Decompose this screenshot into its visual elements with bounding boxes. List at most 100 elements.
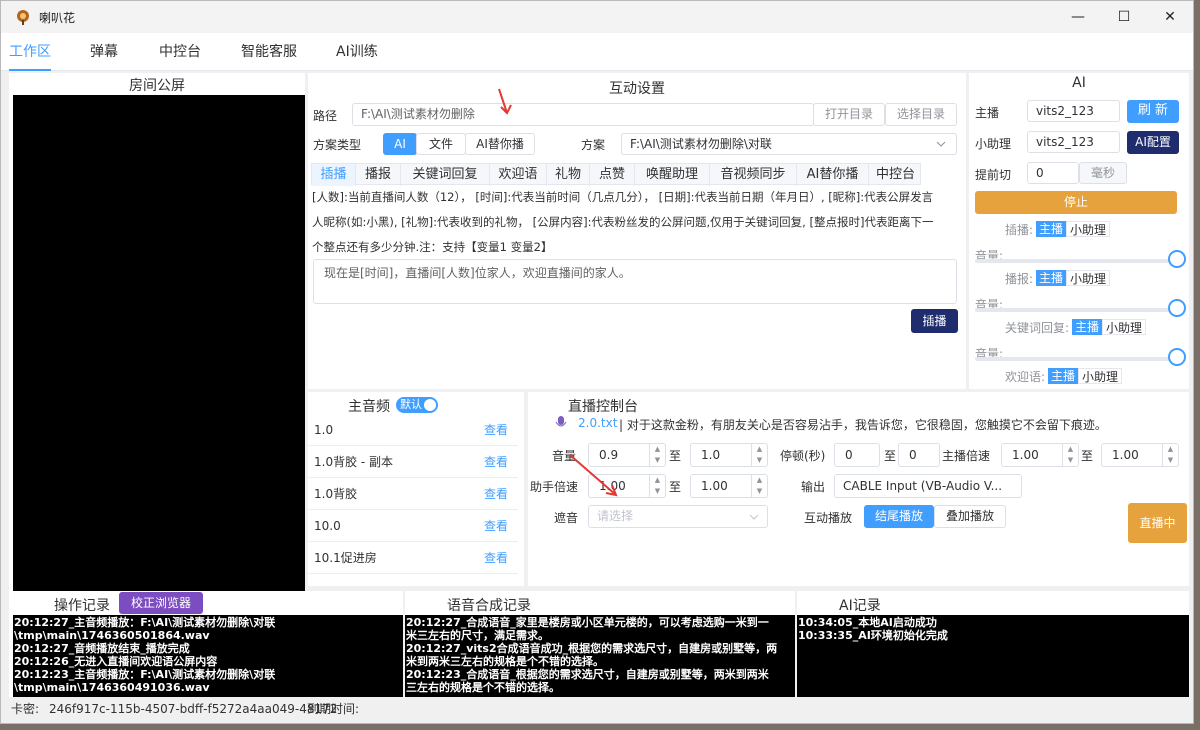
ai-title: AI <box>1072 75 1086 91</box>
subtab-keyword[interactable]: 关键词回复 <box>401 164 490 186</box>
pause-label: 停顿(秒) <box>780 449 826 463</box>
annotation-arrow-icon <box>569 454 618 497</box>
to-label: 至 <box>669 480 682 494</box>
ai-log-panel: AI记录 10:34:05_本地AI启动成功 10:33:35_AI环境初始化完成 <box>797 591 1189 697</box>
subtab-av-sync[interactable]: 音视频同步 <box>710 164 797 186</box>
audio-item[interactable]: 1.0背胶 - 副本 查看 <box>308 446 518 478</box>
mask-label: 遮音 <box>554 511 579 525</box>
subtab-gift[interactable]: 礼物 <box>547 164 590 186</box>
volume-slider-1[interactable] <box>975 259 1169 263</box>
live-title: 直播控制台 <box>568 399 638 415</box>
scheme-type-ai-play[interactable]: AI替你播 <box>465 133 535 155</box>
role-label-insert: 插播: <box>1005 223 1034 237</box>
window-title: 喇叭花 <box>39 11 76 25</box>
ai-panel: AI 主播 vits2_123 刷 新 小助理 vits2_123 AI配置 提… <box>969 73 1189 389</box>
ops-title: 操作记录 <box>54 598 110 614</box>
to-label: 至 <box>669 449 682 463</box>
tab-control[interactable]: 中控台 <box>159 33 201 71</box>
subtab-like[interactable]: 点赞 <box>590 164 635 186</box>
audio-item[interactable]: 1.0背胶 查看 <box>308 478 518 510</box>
tts-title: 语音合成记录 <box>447 598 531 614</box>
microphone-icon <box>555 416 567 427</box>
subtab-wake[interactable]: 唤醒助理 <box>635 164 710 186</box>
assistant-label: 小助理 <box>975 137 1012 151</box>
tab-workspace[interactable]: 工作区 <box>9 33 51 71</box>
script-file[interactable]: 2.0.txt <box>578 416 617 430</box>
mask-select[interactable]: 请选择 <box>588 505 768 528</box>
insert-button[interactable]: 插播 <box>911 309 958 333</box>
ops-log-panel: 操作记录 校正浏览器 20:12:27_主音频播放：F:\AI\测试素材勿删除\… <box>9 591 403 697</box>
room-title: 房间公屏 <box>129 78 185 94</box>
expire-label: 到期时间: <box>307 702 360 716</box>
audio-item[interactable]: 10.0 查看 <box>308 510 518 542</box>
view-link[interactable]: 查看 <box>484 542 508 574</box>
view-link[interactable]: 查看 <box>484 414 508 446</box>
ai-config-button[interactable]: AI配置 <box>1127 131 1179 154</box>
room-screen <box>13 95 305 591</box>
maximize-button[interactable]: ☐ <box>1101 1 1147 33</box>
output-select[interactable]: CABLE Input (VB-Audio V... <box>834 474 1022 498</box>
status-bar: 卡密: 246f917c-115b-4507-bdff-f5272a4aa049… <box>1 699 1193 723</box>
pause-max-input[interactable]: 0 <box>898 443 940 467</box>
advance-input[interactable]: 0 <box>1027 162 1079 184</box>
volume-knob-3[interactable] <box>1168 348 1186 366</box>
refresh-button[interactable]: 刷 新 <box>1127 100 1179 123</box>
subtab-insert[interactable]: 插播 <box>312 164 356 186</box>
advance-unit: 毫秒 <box>1079 162 1127 184</box>
live-status-button[interactable]: 直播中 <box>1128 503 1187 543</box>
subtab-broadcast[interactable]: 播报 <box>356 164 401 186</box>
subtab-control[interactable]: 中控台 <box>869 164 922 186</box>
audio-item[interactable]: 1.0 查看 <box>308 414 518 446</box>
speed-min-input[interactable]: 1.00 ▲ ▼ <box>1001 443 1079 467</box>
volume-knob-1[interactable] <box>1168 250 1186 268</box>
audio-item[interactable]: 10.1促进房 查看 <box>308 542 518 574</box>
audio-title: 主音频 <box>348 399 390 415</box>
advance-label: 提前切 <box>975 168 1012 182</box>
speed-max-input[interactable]: 1.00 ▲ ▼ <box>1101 443 1179 467</box>
role-host-keyword[interactable]: 主播 <box>1072 319 1103 335</box>
scheme-type-file[interactable]: 文件 <box>416 133 466 155</box>
mode-end-button[interactable]: 结尾播放 <box>864 505 934 528</box>
host-select[interactable]: vits2_123 <box>1027 100 1120 122</box>
subtab-ai-play[interactable]: AI替你播 <box>797 164 869 186</box>
calibrate-browser-button[interactable]: 校正浏览器 <box>119 592 203 614</box>
tab-ai-training[interactable]: AI训练 <box>336 33 378 71</box>
volume-slider-2[interactable] <box>975 308 1169 312</box>
role-asst-insert[interactable]: 小助理 <box>1066 221 1111 237</box>
role-host-broadcast[interactable]: 主播 <box>1036 270 1067 286</box>
minimize-button[interactable]: — <box>1055 1 1101 33</box>
pause-min-input[interactable]: 0 <box>834 443 880 467</box>
open-dir-button[interactable]: 打开目录 <box>813 103 885 126</box>
choose-dir-button[interactable]: 选择目录 <box>885 103 957 126</box>
path-input[interactable]: F:\AI\测试素材勿删除 <box>352 103 814 126</box>
subtab-welcome[interactable]: 欢迎语 <box>490 164 547 186</box>
scheme-type-label: 方案类型 <box>313 138 362 152</box>
ai-log: 10:34:05_本地AI启动成功 10:33:35_AI环境初始化完成 <box>797 615 1189 697</box>
app-logo-icon <box>17 10 29 25</box>
tab-danmaku[interactable]: 弹幕 <box>90 33 118 71</box>
volume-knob-2[interactable] <box>1168 299 1186 317</box>
view-link[interactable]: 查看 <box>484 510 508 542</box>
role-host-welcome[interactable]: 主播 <box>1048 368 1079 384</box>
role-asst-broadcast[interactable]: 小助理 <box>1066 270 1111 286</box>
assistant-speed-max[interactable]: 1.00 ▲ ▼ <box>690 474 768 498</box>
scheme-select[interactable]: F:\AI\测试素材勿删除\对联 <box>621 133 957 155</box>
close-button[interactable]: ✕ <box>1147 1 1193 33</box>
role-asst-keyword[interactable]: 小助理 <box>1102 319 1147 335</box>
assistant-select[interactable]: vits2_123 <box>1027 131 1120 153</box>
script-textarea[interactable]: 现在是[时间]，直播间[人数]位家人，欢迎直播间的家人。 <box>313 259 957 304</box>
role-host-insert[interactable]: 主播 <box>1036 221 1067 237</box>
tab-service[interactable]: 智能客服 <box>241 33 297 71</box>
volume-slider-3[interactable] <box>975 357 1169 361</box>
room-panel: 房间公屏 <box>9 73 305 591</box>
speed-label: 主播倍速 <box>942 449 991 463</box>
mode-overlay-button[interactable]: 叠加播放 <box>934 505 1006 528</box>
default-toggle[interactable]: 默认 <box>396 397 438 413</box>
volume-max-input[interactable]: 1.0 ▲ ▼ <box>690 443 768 467</box>
current-line: | 对于这款金粉，有朋友关心是否容易沾手，我告诉您，它很稳固，您触摸它不会留下痕… <box>619 418 1107 432</box>
view-link[interactable]: 查看 <box>484 478 508 510</box>
stop-button[interactable]: 停止 <box>975 191 1177 214</box>
role-asst-welcome[interactable]: 小助理 <box>1078 368 1123 384</box>
view-link[interactable]: 查看 <box>484 446 508 478</box>
scheme-type-ai[interactable]: AI <box>383 133 417 155</box>
